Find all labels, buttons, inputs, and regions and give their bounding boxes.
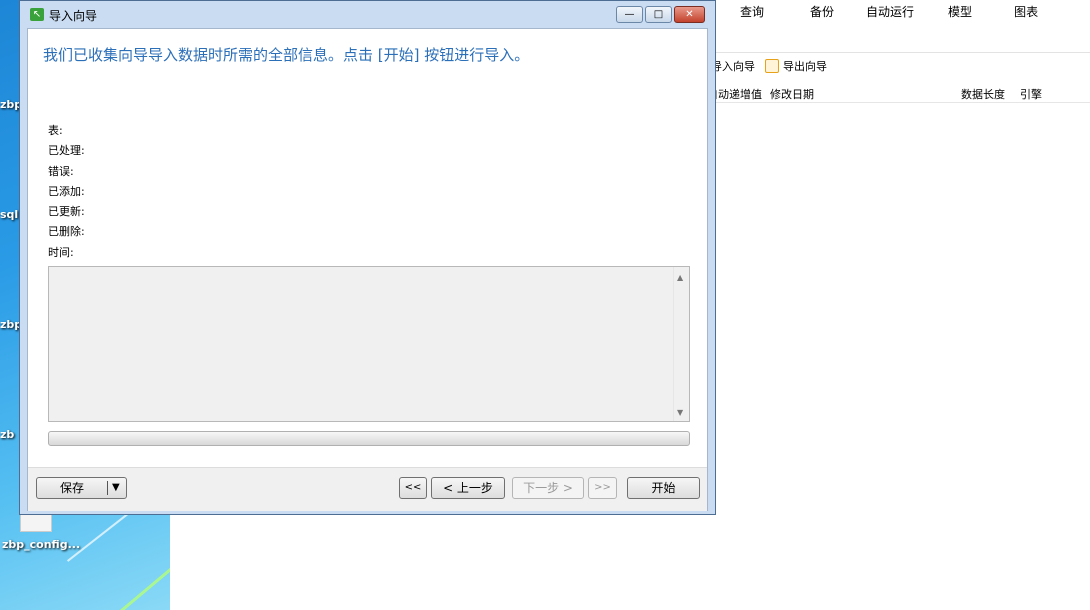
background-pane-right (424, 515, 715, 610)
last-step-button: >> (588, 477, 617, 499)
background-menu-bar: 查询 备份 自动运行 模型 图表 (715, 0, 1090, 26)
save-split-button[interactable]: 保存 ▼ (36, 477, 127, 499)
dropdown-arrow-icon[interactable]: ▼ (112, 478, 120, 498)
desktop-icon-label[interactable]: sql (0, 208, 18, 221)
dialog-title: 导入向导 (49, 9, 98, 23)
minimize-button[interactable]: — (616, 6, 643, 23)
wizard-info-message: 我们已收集向导导入数据时所需的全部信息。点击 [开始] 按钮进行导入。 (43, 46, 530, 64)
stat-table-label: 表: (48, 124, 63, 137)
column-header-data-length[interactable]: 数据长度 (961, 86, 1005, 102)
previous-step-button[interactable]: < 上一步 (431, 477, 505, 499)
scroll-down-icon[interactable]: ▼ (677, 408, 683, 417)
import-stats: 表: 已处理: 错误: 已添加: 已更新: 已删除: 时间: (48, 121, 85, 263)
menu-item-auto-run[interactable]: 自动运行 (866, 0, 914, 26)
table-column-headers: 自动递增值 修改日期 数据长度 引擎 (707, 84, 1090, 103)
background-toolbar: 导入向导 导出向导 (711, 52, 1090, 79)
log-scrollbar[interactable]: ▲ ▼ (673, 267, 689, 421)
stat-errors-label: 错误: (48, 164, 74, 178)
menu-item-model[interactable]: 模型 (948, 0, 972, 26)
export-icon (765, 59, 779, 73)
import-wizard-dialog: ↖ 导入向导 — □ ✕ 我们已收集向导导入数据时所需的全部信息。点击 [开始]… (19, 0, 716, 515)
menu-item-backup[interactable]: 备份 (810, 0, 834, 26)
background-pane-left (170, 515, 425, 610)
desktop-file-icon[interactable] (20, 512, 52, 532)
close-button[interactable]: ✕ (674, 6, 705, 23)
stat-added-label: 已添加: (48, 184, 85, 198)
menu-item-chart[interactable]: 图表 (1014, 0, 1038, 26)
background-app-window: 查询 备份 自动运行 模型 图表 导入向导 导出向导 自动递增值 修改日期 数据… (707, 0, 1090, 610)
desktop-icon-label[interactable]: zbp_config... (2, 538, 80, 551)
column-header-modified-date[interactable]: 修改日期 (770, 86, 814, 102)
wizard-content: 我们已收集向导导入数据时所需的全部信息。点击 [开始] 按钮进行导入。 表: 已… (28, 29, 707, 467)
export-wizard-button[interactable]: 导出向导 (765, 58, 827, 74)
stat-deleted-label: 已删除: (48, 225, 85, 239)
save-button-label: 保存 (59, 481, 84, 495)
import-wizard-icon: ↖ (30, 8, 44, 21)
column-header-engine[interactable]: 引擎 (1020, 86, 1042, 102)
dialog-titlebar[interactable]: ↖ 导入向导 — □ ✕ (20, 1, 715, 28)
export-wizard-label: 导出向导 (783, 60, 827, 73)
wizard-footer: 保存 ▼ << < 上一步 下一步 > >> 开始 (28, 467, 707, 511)
stat-time-label: 时间: (48, 245, 74, 259)
menu-item-query[interactable]: 查询 (740, 0, 764, 26)
maximize-button[interactable]: □ (645, 6, 672, 23)
import-progress-bar (48, 431, 690, 446)
import-wizard-label: 导入向导 (711, 60, 755, 73)
scroll-up-icon[interactable]: ▲ (677, 273, 683, 282)
stat-updated-label: 已更新: (48, 205, 85, 219)
next-step-button: 下一步 > (512, 477, 584, 499)
import-wizard-button[interactable]: 导入向导 (711, 58, 755, 74)
first-step-button[interactable]: << (399, 477, 427, 499)
start-button[interactable]: 开始 (627, 477, 700, 499)
dialog-client-area: 我们已收集向导导入数据时所需的全部信息。点击 [开始] 按钮进行导入。 表: 已… (27, 28, 708, 511)
stat-processed-label: 已处理: (48, 144, 85, 158)
import-log-textarea[interactable]: ▲ ▼ (48, 266, 690, 422)
desktop-icon-label[interactable]: zb (0, 428, 14, 441)
